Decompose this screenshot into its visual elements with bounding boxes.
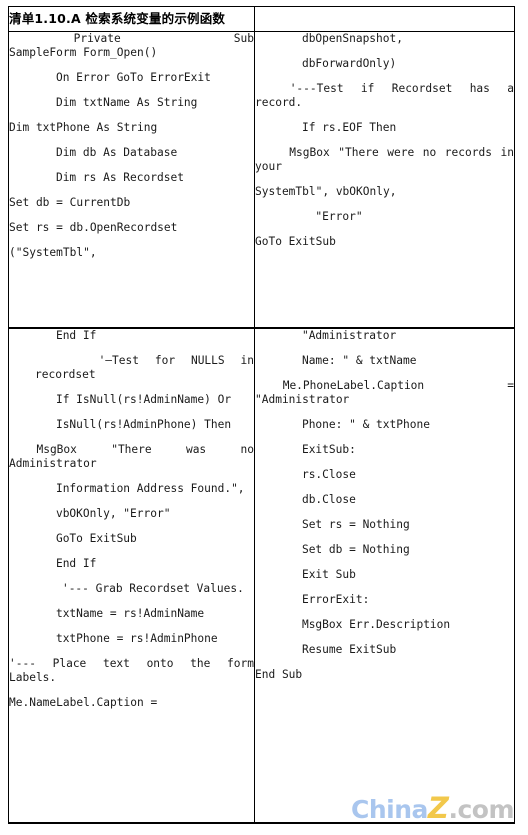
code-line: GoTo ExitSub bbox=[29, 532, 137, 546]
watermark-text-china: China bbox=[351, 795, 428, 824]
code-line: On Error GoTo ErrorExit bbox=[29, 71, 211, 84]
code-line: dbForwardOnly) bbox=[275, 57, 397, 70]
header-blank-cell bbox=[254, 6, 515, 32]
code-line: ("SystemTbl", bbox=[9, 246, 97, 259]
code-listing-table: 清单1.10.A 检索系统变量的示例函数 Private Sub SampleF… bbox=[8, 6, 515, 824]
code-line: If IsNull(rs!AdminName) Or bbox=[29, 393, 232, 407]
code-line: Me.NameLabel.Caption = bbox=[9, 696, 158, 710]
document-page: 清单1.10.A 检索系统变量的示例函数 Private Sub SampleF… bbox=[0, 0, 528, 835]
chinaz-watermark: ChinaZ.com bbox=[351, 794, 514, 823]
code-line: Set db = Nothing bbox=[275, 543, 410, 557]
code-cell-row2-right: "Administrator Name: " & txtName Me.Phon… bbox=[254, 327, 521, 824]
code-line: Set rs = db.OpenRecordset bbox=[9, 221, 178, 234]
code-line: txtName = rs!AdminName bbox=[29, 607, 205, 621]
watermark-text-com: .com bbox=[448, 795, 514, 824]
code-line: MsgBox "There was no Administrator bbox=[9, 443, 254, 471]
code-line: '---Test if Recordset has a record. bbox=[255, 82, 521, 109]
code-cell-row2-left: End If '—Test for NULLS in recordset If … bbox=[8, 327, 255, 824]
code-line: Set rs = Nothing bbox=[275, 518, 410, 532]
code-line: Exit Sub bbox=[275, 568, 356, 582]
code-line: IsNull(rs!AdminPhone) Then bbox=[29, 418, 232, 432]
code-cell-row1-left: Private Sub SampleForm Form_Open() On Er… bbox=[8, 31, 255, 329]
code-line: '--- Place text onto the form Labels. bbox=[9, 657, 254, 685]
code-row-2: End If '—Test for NULLS in recordset If … bbox=[8, 327, 521, 824]
table-header-row: 清单1.10.A 检索系统变量的示例函数 bbox=[8, 6, 515, 32]
code-line: Dim txtName As String bbox=[29, 96, 198, 109]
code-line: rs.Close bbox=[275, 468, 356, 482]
code-line: GoTo ExitSub bbox=[255, 235, 336, 248]
code-line: MsgBox Err.Description bbox=[275, 618, 451, 632]
code-line: Information Address Found.", bbox=[29, 482, 245, 496]
code-line: ErrorExit: bbox=[275, 593, 370, 607]
code-line: If rs.EOF Then bbox=[275, 121, 397, 134]
code-line: Private Sub SampleForm Form_Open() bbox=[9, 32, 254, 59]
code-line: txtPhone = rs!AdminPhone bbox=[29, 632, 218, 646]
listing-title-cell: 清单1.10.A 检索系统变量的示例函数 bbox=[8, 6, 255, 32]
code-line: MsgBox "There were no records in your bbox=[255, 146, 521, 173]
code-line: SystemTbl", vbOKOnly, bbox=[255, 185, 397, 198]
code-line: '--- Grab Recordset Values. bbox=[35, 582, 244, 596]
code-line: End If bbox=[29, 329, 97, 343]
code-line: Dim rs As Recordset bbox=[29, 171, 184, 184]
code-line: Phone: " & txtPhone bbox=[275, 418, 430, 432]
code-line: Set db = CurrentDb bbox=[9, 196, 131, 209]
code-line: "Error" bbox=[275, 210, 363, 223]
code-line: "Administrator bbox=[275, 329, 397, 343]
code-line: End If bbox=[29, 557, 97, 571]
code-line: Me.PhoneLabel.Caption = "Administrator bbox=[255, 379, 521, 407]
code-line: ExitSub: bbox=[275, 443, 356, 457]
code-row-1: Private Sub SampleForm Form_Open() On Er… bbox=[8, 31, 521, 329]
code-line: db.Close bbox=[275, 493, 356, 507]
watermark-text-z: Z bbox=[427, 791, 449, 825]
code-line: End Sub bbox=[255, 668, 303, 682]
code-line: Dim db As Database bbox=[29, 146, 178, 159]
code-line: Name: " & txtName bbox=[275, 354, 417, 368]
code-line: vbOKOnly, "Error" bbox=[29, 507, 171, 521]
code-line: dbOpenSnapshot, bbox=[275, 32, 403, 45]
code-line: '—Test for NULLS in recordset bbox=[35, 354, 254, 382]
code-line: Resume ExitSub bbox=[275, 643, 397, 657]
code-cell-row1-right: dbOpenSnapshot, dbForwardOnly) '---Test … bbox=[254, 31, 521, 329]
code-line: Dim txtPhone As String bbox=[9, 121, 158, 134]
